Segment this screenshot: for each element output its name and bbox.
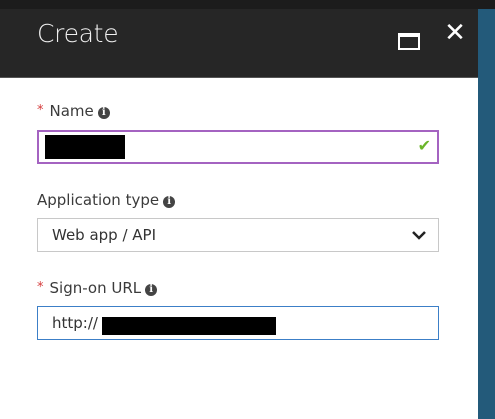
required-icon: *: [37, 103, 44, 118]
sign-on-url-input[interactable]: http://: [37, 306, 439, 340]
selected-value: Web app / API: [52, 226, 157, 244]
info-icon[interactable]: i: [97, 107, 110, 119]
redacted-value: [45, 135, 125, 159]
info-icon[interactable]: i: [163, 196, 176, 208]
redacted-value: [102, 317, 276, 335]
background-panel: [478, 9, 495, 419]
application-type-label: Application type i: [37, 191, 176, 209]
name-input[interactable]: ✔: [37, 130, 439, 164]
name-label: * Name i: [37, 102, 110, 120]
page-title: Create: [37, 19, 119, 48]
chevron-down-icon: [412, 231, 426, 240]
application-type-select[interactable]: Web app / API: [37, 218, 439, 252]
required-icon: *: [37, 280, 44, 295]
sign-on-url-label-text: Sign-on URL: [49, 279, 142, 297]
application-type-label-text: Application type: [37, 191, 160, 209]
top-bar: [0, 0, 495, 9]
checkmark-icon: ✔: [417, 136, 431, 155]
blade-header: Create ✕: [0, 9, 478, 78]
close-icon[interactable]: ✕: [442, 19, 468, 47]
url-value: http://: [52, 314, 98, 332]
info-icon[interactable]: i: [145, 284, 158, 296]
maximize-icon[interactable]: [398, 33, 420, 50]
sign-on-url-label: * Sign-on URL i: [37, 279, 158, 297]
name-label-text: Name: [49, 102, 94, 120]
